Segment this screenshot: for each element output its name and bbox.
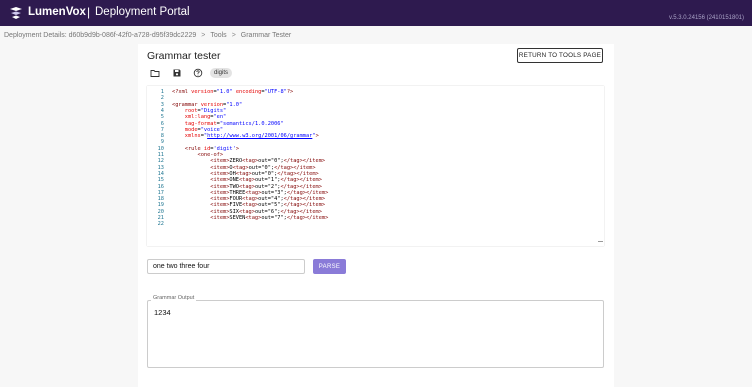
code-text: <item>FOUR<tag>out="4";</tag></item> — [172, 196, 326, 203]
code-text: <item>SIX<tag>out="6";</tag></item> — [172, 208, 322, 215]
line-number: 9 — [160, 139, 164, 146]
code-line: 12 <item>ZERO<tag>out="0";</tag></item> — [147, 158, 597, 164]
code-text: <one-of> — [172, 152, 224, 158]
portal-title: Deployment Portal — [95, 6, 190, 18]
code-line: 1 <?xml version="1.0" encoding="UTF-8"?> — [147, 89, 597, 95]
code-editor[interactable]: 1 <?xml version="1.0" encoding="UTF-8"?> … — [147, 86, 604, 246]
parse-button[interactable]: PARSE — [313, 259, 346, 274]
code-line: 8 xmlns="http://www.w3.org/2001/06/gramm… — [147, 133, 597, 139]
code-line: 7 mode="voice" — [147, 127, 597, 133]
grammar-chip[interactable]: digits — [210, 68, 233, 78]
code-line: 4 root="Digits" — [147, 108, 597, 114]
code-line: 20 <item>SIX<tag>out="6";</tag></item> — [147, 209, 597, 215]
code-text: xmlns="http://www.w3.org/2001/06/grammar… — [172, 133, 319, 140]
line-number: 10 — [157, 145, 164, 152]
code-line: 2 — [147, 95, 597, 101]
code-text: <item>FIVE<tag>out="5";</tag></item> — [172, 202, 326, 209]
breadcrumb-deployment-details[interactable]: Deployment Details: d60b9d9b-086f-42f0-a… — [4, 32, 196, 39]
folder-open-icon[interactable] — [150, 68, 160, 78]
utterance-input-value: one two three four — [153, 263, 210, 270]
grammar-output-field[interactable] — [147, 300, 604, 368]
code-line: 13 <item>O<tag>out="0";</tag></item> — [147, 165, 597, 171]
code-text: <rule id='digit'> — [172, 145, 240, 152]
grammar-output-label: Grammar Output — [151, 295, 197, 301]
top-bar: LumenVox | Deployment Portal v.5.3.0.241… — [0, 0, 752, 26]
line-number: 6 — [160, 120, 164, 127]
help-circle-icon[interactable] — [193, 68, 203, 78]
code-text: <item>SEVEN<tag>out="7";</tag></item> — [172, 215, 329, 221]
code-text: tag-format="semantics/1.0.2006" — [172, 120, 284, 127]
line-number: 15 — [157, 177, 164, 184]
code-line: 21 <item>SEVEN<tag>out="7";</tag></item> — [147, 215, 597, 221]
line-number: 22 — [157, 221, 164, 228]
line-number: 16 — [157, 183, 164, 190]
code-line: 15 <item>ONE<tag>out="1";</tag></item> — [147, 177, 597, 183]
return-to-tools-button[interactable]: RETURN TO TOOLS PAGE — [517, 48, 603, 63]
code-line: 3 <grammar version="1.0" — [147, 102, 597, 108]
line-number: 18 — [157, 196, 164, 203]
code-text: <item>OH<tag>out="0";</tag></item> — [172, 170, 319, 177]
lumenvox-logo-icon — [10, 7, 22, 19]
code-text: mode="voice" — [172, 126, 224, 133]
code-text: <item>ZERO<tag>out="0";</tag></item> — [172, 158, 326, 165]
code-line: 18 <item>FOUR<tag>out="4";</tag></item> — [147, 196, 597, 202]
line-number: 14 — [157, 170, 164, 177]
code-line: 17 <item>THREE<tag>out="3";</tag></item> — [147, 190, 597, 196]
code-text: xml:lang="en" — [172, 114, 227, 121]
brand-separator: | — [87, 5, 91, 19]
line-number: 19 — [157, 202, 164, 209]
code-line: 22 — [147, 221, 597, 227]
page-title: Grammar tester — [147, 50, 221, 62]
line-number: 5 — [160, 114, 164, 121]
code-text: <grammar version="1.0" — [172, 101, 243, 108]
breadcrumb-separator: > — [201, 31, 206, 39]
line-number: 3 — [160, 101, 164, 108]
line-number: 8 — [160, 133, 164, 140]
line-number: 12 — [157, 158, 164, 165]
code-line: 16 <item>TWO<tag>out="2";</tag></item> — [147, 184, 597, 190]
code-text: <item>ONE<tag>out="1";</tag></item> — [172, 177, 322, 184]
code-line: 19 <item>FIVE<tag>out="5";</tag></item> — [147, 202, 597, 208]
code-text: root="Digits" — [172, 107, 227, 114]
line-number: 2 — [160, 95, 164, 102]
code-text: <item>O<tag>out="0";</tag></item> — [172, 164, 316, 171]
line-number: 20 — [157, 208, 164, 215]
version-label: v.5.3.0.24156 (2410151801) — [669, 15, 744, 21]
code-text: <?xml version="1.0" encoding="UTF-8"?> — [172, 89, 294, 95]
code-line: 10 <rule id='digit'> — [147, 146, 597, 152]
utterance-input[interactable]: one two three four — [147, 259, 305, 274]
line-number: 17 — [157, 189, 164, 196]
line-number: 1 — [160, 89, 164, 95]
line-number: 13 — [157, 164, 164, 171]
breadcrumb-grammar-tester: Grammar Tester — [240, 31, 292, 39]
code-line: 5 xml:lang="en" — [147, 114, 597, 120]
line-number: 4 — [160, 107, 164, 114]
grammar-output-value: 1234 — [154, 308, 171, 317]
breadcrumb-separator: > — [231, 31, 236, 39]
breadcrumb-tools[interactable]: Tools — [210, 32, 226, 39]
code-text: <item>TWO<tag>out="2";</tag></item> — [172, 183, 322, 190]
scrollbar-marker — [598, 241, 603, 242]
line-number: 21 — [157, 215, 164, 221]
editor-scrollbar[interactable] — [598, 86, 604, 246]
code-line: 14 <item>OH<tag>out="0";</tag></item> — [147, 171, 597, 177]
brand-name: LumenVox — [28, 6, 86, 18]
breadcrumb: Deployment Details: d60b9d9b-086f-42f0-a… — [4, 30, 291, 40]
code-line: 11 <one-of> — [147, 152, 597, 158]
code-line: 9 — [147, 139, 597, 145]
code-text: <item>THREE<tag>out="3";</tag></item> — [172, 189, 329, 196]
line-number: 7 — [160, 126, 164, 133]
line-number: 11 — [157, 152, 164, 158]
code-line: 6 tag-format="semantics/1.0.2006" — [147, 121, 597, 127]
save-icon[interactable] — [172, 68, 182, 78]
